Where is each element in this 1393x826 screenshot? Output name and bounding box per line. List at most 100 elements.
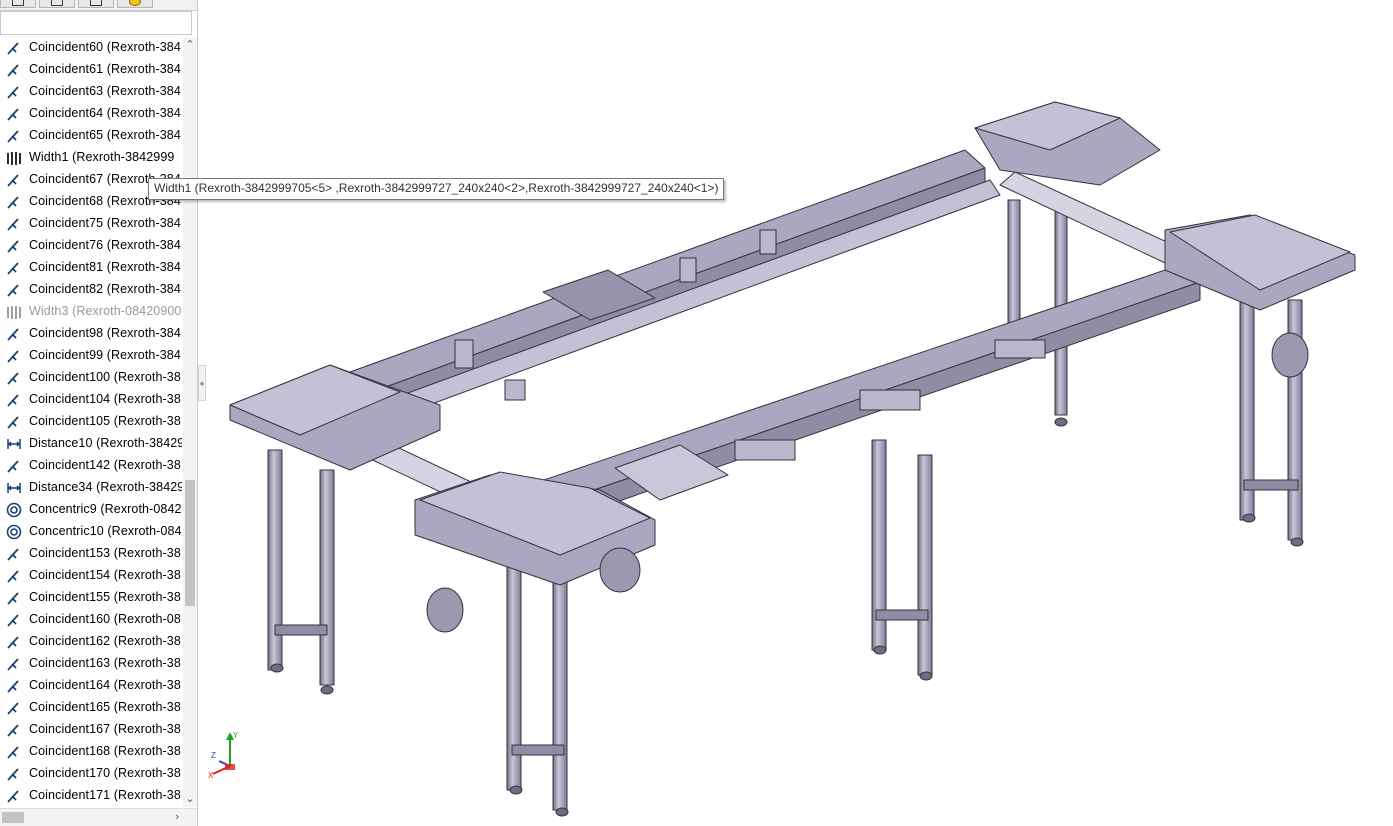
scroll-down-icon[interactable]: ⌄ [184,793,196,805]
mate-label: Coincident168 (Rexroth-38 [29,744,181,758]
distance-mate-icon [6,436,22,452]
appearance-icon [129,0,141,6]
coincident-mate-icon [6,744,22,760]
mate-label: Coincident153 (Rexroth-38 [29,546,181,560]
scrollbar-thumb[interactable] [185,480,195,606]
mate-item[interactable]: Coincident170 (Rexroth-38 [0,763,182,785]
mate-item[interactable]: Coincident105 (Rexroth-38 [0,411,182,433]
hscroll-thumb[interactable] [2,812,24,823]
mate-item[interactable]: Coincident155 (Rexroth-38 [0,587,182,609]
mate-item[interactable]: Concentric9 (Rexroth-0842 [0,499,182,521]
filter-input[interactable] [0,11,192,35]
conveyor-assembly-model [229,101,1356,817]
mate-label: Coincident61 (Rexroth-384 [29,62,181,76]
mate-item[interactable]: Coincident82 (Rexroth-384 [0,279,182,301]
mate-item[interactable]: Coincident65 (Rexroth-384 [0,125,182,147]
width-mate-icon [6,304,22,320]
feature-manager-tab[interactable] [0,0,36,8]
mate-label: Coincident154 (Rexroth-38 [29,568,181,582]
coincident-mate-icon [6,634,22,650]
coincident-mate-icon [6,260,22,276]
mate-item[interactable]: Width1 (Rexroth-3842999 [0,147,182,169]
coincident-mate-icon [6,282,22,298]
mate-label: Coincident60 (Rexroth-384 [29,40,181,54]
mate-label: Concentric10 (Rexroth-084 [29,524,182,538]
width-mate-icon [6,150,22,166]
mate-item[interactable]: Coincident60 (Rexroth-384 [0,37,182,59]
z-axis-label: Z [211,751,216,760]
mate-item[interactable]: Coincident98 (Rexroth-384 [0,323,182,345]
mate-item[interactable]: Coincident162 (Rexroth-38 [0,631,182,653]
mate-label: Coincident99 (Rexroth-384 [29,348,181,362]
panel-tab-bar [0,0,197,11]
mate-item[interactable]: Coincident163 (Rexroth-38 [0,653,182,675]
mate-label: Width3 (Rexroth-08420900 [29,304,182,318]
y-axis-label: Y [233,731,239,740]
mate-label: Coincident65 (Rexroth-384 [29,128,181,142]
mate-label: Coincident170 (Rexroth-38 [29,766,181,780]
coincident-mate-icon [6,62,22,78]
horizontal-scrollbar[interactable]: › [0,808,197,826]
coincident-mate-icon [6,722,22,738]
mate-item[interactable]: Concentric10 (Rexroth-084 [0,521,182,543]
mate-item[interactable]: Coincident167 (Rexroth-38 [0,719,182,741]
mate-item[interactable]: Coincident104 (Rexroth-38 [0,389,182,411]
mate-item[interactable]: Coincident100 (Rexroth-38 [0,367,182,389]
mate-label: Distance34 (Rexroth-38429 [29,480,182,494]
x-axis-label: X [208,771,214,780]
coincident-mate-icon [6,84,22,100]
mate-item[interactable]: Coincident142 (Rexroth-38 [0,455,182,477]
mate-item[interactable]: Coincident171 (Rexroth-38 [0,785,182,807]
config-icon [90,0,102,6]
mate-label: Coincident164 (Rexroth-38 [29,678,181,692]
graphics-viewport[interactable] [207,0,1393,826]
mate-label: Coincident155 (Rexroth-38 [29,590,181,604]
coincident-mate-icon [6,392,22,408]
scroll-right-icon[interactable]: › [175,811,179,823]
mate-item[interactable]: Coincident61 (Rexroth-384 [0,59,182,81]
concentric-mate-icon [6,502,22,518]
coincident-mate-icon [6,458,22,474]
coincident-mate-icon [6,128,22,144]
mate-item[interactable]: Coincident164 (Rexroth-38 [0,675,182,697]
coincident-mate-icon [6,766,22,782]
coincident-mate-icon [6,40,22,56]
property-manager-tab[interactable] [39,0,75,8]
scroll-up-icon[interactable]: ⌃ [184,39,196,51]
mate-item[interactable]: Coincident99 (Rexroth-384 [0,345,182,367]
panel-collapse-handle[interactable]: ● [198,365,206,401]
mate-item[interactable]: Distance10 (Rexroth-38429 [0,433,182,455]
coincident-mate-icon [6,326,22,342]
coincident-mate-icon [6,370,22,386]
vertical-scrollbar[interactable]: ⌃ ⌄ [183,37,197,807]
coincident-mate-icon [6,414,22,430]
mate-item[interactable]: Coincident160 (Rexroth-08 [0,609,182,631]
mate-item[interactable]: Coincident63 (Rexroth-384 [0,81,182,103]
mate-item[interactable]: Coincident153 (Rexroth-38 [0,543,182,565]
mate-item[interactable]: Distance34 (Rexroth-38429 [0,477,182,499]
mate-label: Width1 (Rexroth-3842999 [29,150,175,164]
mate-item[interactable]: Width3 (Rexroth-08420900 [0,301,182,323]
mate-label: Coincident105 (Rexroth-38 [29,414,181,428]
mate-label: Distance10 (Rexroth-38429 [29,436,182,450]
mate-item[interactable]: Coincident76 (Rexroth-384 [0,235,182,257]
mate-item[interactable]: Coincident75 (Rexroth-384 [0,213,182,235]
mate-label: Coincident82 (Rexroth-384 [29,282,181,296]
feature-manager-panel: Coincident60 (Rexroth-384 Coincident61 (R… [0,0,198,826]
mate-item[interactable]: Coincident168 (Rexroth-38 [0,741,182,763]
coincident-mate-icon [6,678,22,694]
coincident-mate-icon [6,788,22,804]
mate-label: Coincident167 (Rexroth-38 [29,722,181,736]
mate-list: Coincident60 (Rexroth-384 Coincident61 (R… [0,37,182,807]
mate-item[interactable]: Coincident154 (Rexroth-38 [0,565,182,587]
display-manager-tab[interactable] [117,0,153,8]
coincident-mate-icon [6,348,22,364]
coincident-mate-icon [6,656,22,672]
mate-label: Coincident100 (Rexroth-38 [29,370,181,384]
coincident-mate-icon [6,216,22,232]
configuration-manager-tab[interactable] [78,0,114,8]
distance-mate-icon [6,480,22,496]
mate-item[interactable]: Coincident165 (Rexroth-38 [0,697,182,719]
mate-item[interactable]: Coincident64 (Rexroth-384 [0,103,182,125]
mate-item[interactable]: Coincident81 (Rexroth-384 [0,257,182,279]
